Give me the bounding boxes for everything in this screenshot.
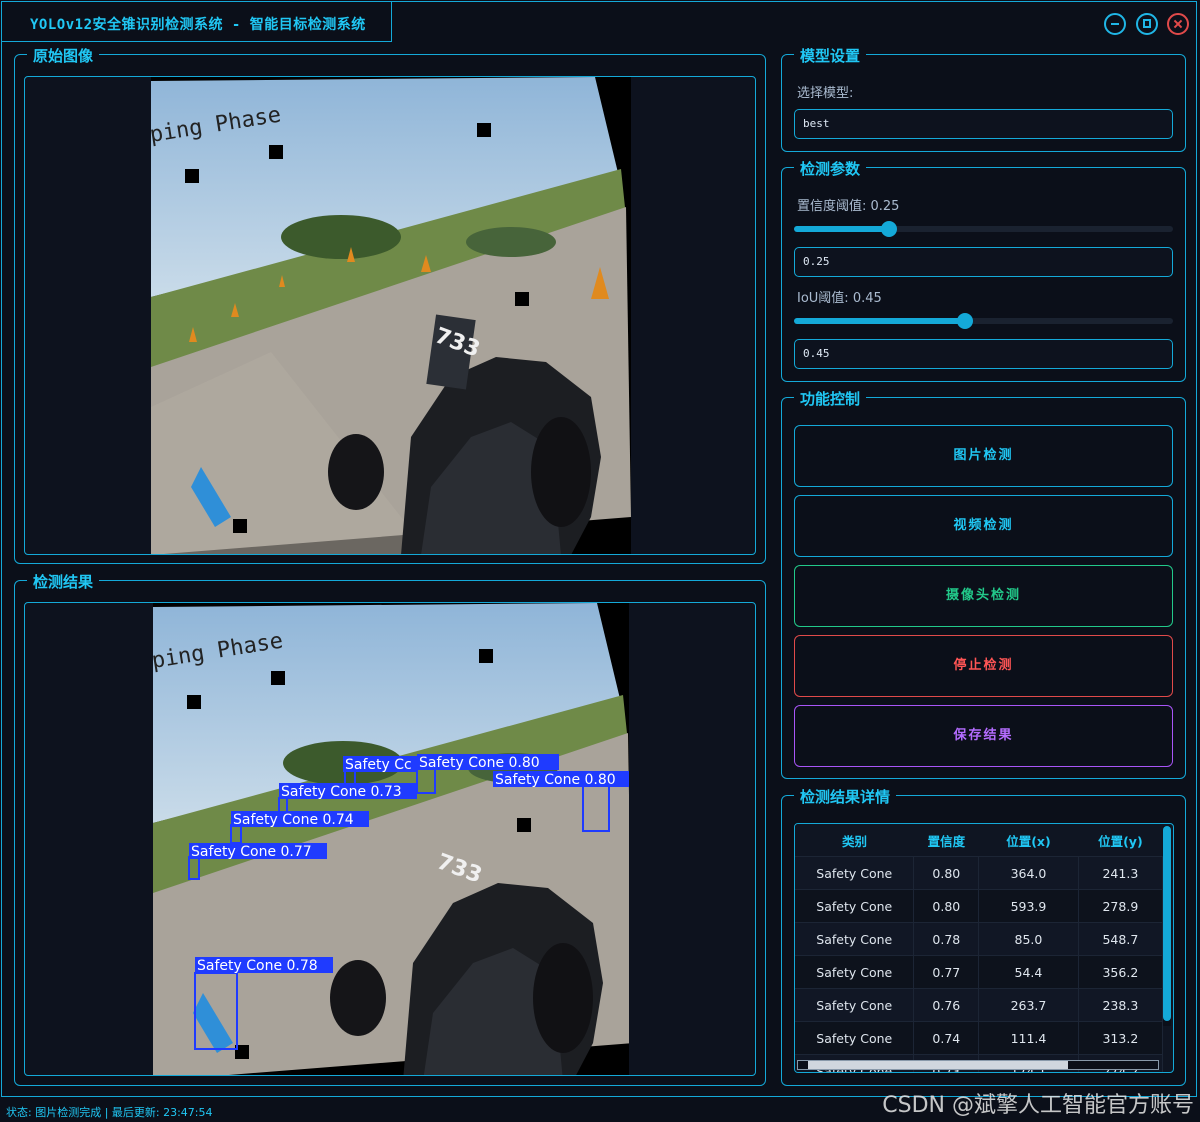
- cell-class: Safety Cone: [795, 988, 915, 1022]
- cell-y: 238.3: [1078, 988, 1164, 1022]
- maximize-icon[interactable]: [1136, 13, 1158, 35]
- svg-text:Safety Cone 0.77: Safety Cone 0.77: [191, 844, 312, 860]
- conf-slider-fill: [794, 226, 889, 232]
- detect-params-title: 检测参数: [794, 158, 867, 179]
- cell-y: 278.9: [1078, 889, 1164, 923]
- conf-slider-handle[interactable]: [880, 221, 897, 237]
- original-image: 733 ping Phase: [151, 77, 631, 554]
- result-details-title: 检测结果详情: [794, 786, 897, 807]
- iou-threshold-label: IoU阈值: 0.45: [797, 291, 882, 306]
- table-row[interactable]: Safety Cone 0.76 263.7 238.3: [795, 988, 1164, 1022]
- model-settings-title: 模型设置: [794, 45, 867, 66]
- svg-text:Safety Cc: Safety Cc: [345, 757, 412, 773]
- col-header-y[interactable]: 位置(y): [1078, 824, 1163, 857]
- cell-conf: 0.78: [913, 922, 980, 956]
- stop-detect-button[interactable]: 停止检测: [794, 635, 1173, 697]
- cell-x: 364.0: [978, 856, 1079, 890]
- camera-detect-button[interactable]: 摄像头检测: [794, 565, 1173, 627]
- detection-result-title: 检测结果: [27, 571, 100, 592]
- cell-class: Safety Cone: [795, 1021, 915, 1055]
- function-control-title: 功能控制: [794, 388, 867, 409]
- cell-x: 111.4: [978, 1021, 1079, 1055]
- cell-class: Safety Cone: [795, 889, 915, 923]
- video-detect-button[interactable]: 视频检测: [794, 495, 1173, 557]
- detection-image-frame: 733 ping Phase Safety Cone 0.80 Safety C…: [24, 602, 756, 1076]
- app-title: YOLOv12安全锥识别检测系统 - 智能目标检测系统: [30, 17, 366, 33]
- image-detect-button[interactable]: 图片检测: [794, 425, 1173, 487]
- cell-class: Safety Cone: [795, 856, 915, 890]
- conf-slider[interactable]: [794, 221, 1173, 237]
- cell-x: 263.7: [978, 988, 1079, 1022]
- horizontal-scroll-thumb[interactable]: [808, 1061, 1068, 1069]
- cell-class: Safety Cone: [795, 922, 915, 956]
- result-table-frame: 类别 置信度 位置(x) 位置(y) Safety Cone 0.80 364.0 2…: [794, 823, 1174, 1073]
- iou-input[interactable]: 0.45: [794, 339, 1173, 369]
- cell-y: 548.7: [1078, 922, 1164, 956]
- cell-conf: 0.80: [913, 889, 980, 923]
- table-row[interactable]: Safety Cone 0.77 54.4 356.2: [795, 955, 1164, 989]
- col-header-x[interactable]: 位置(x): [978, 824, 1079, 857]
- cell-x: 593.9: [978, 889, 1079, 923]
- iou-slider-handle[interactable]: [956, 313, 973, 329]
- cell-conf: 0.74: [913, 1021, 980, 1055]
- cell-conf: 0.80: [913, 856, 980, 890]
- horizontal-scrollbar[interactable]: [797, 1060, 1159, 1070]
- cell-x: 54.4: [978, 955, 1079, 989]
- svg-text:Safety Cone 0.80: Safety Cone 0.80: [419, 755, 540, 771]
- original-image-frame: 733 ping Phase: [24, 76, 756, 555]
- model-select-label: 选择模型:: [797, 86, 854, 101]
- vertical-scroll-thumb[interactable]: [1163, 826, 1171, 1021]
- vertical-scrollbar[interactable]: [1163, 826, 1171, 1026]
- original-photo: 733 ping Phase: [151, 77, 631, 554]
- svg-text:Safety Cone 0.80: Safety Cone 0.80: [495, 772, 616, 788]
- svg-text:Safety Cone 0.74: Safety Cone 0.74: [233, 812, 354, 828]
- detection-photo: 733 ping Phase Safety Cone 0.80 Safety C…: [153, 603, 629, 1075]
- close-icon[interactable]: [1167, 13, 1189, 35]
- table-row[interactable]: Safety Cone 0.74 111.4 313.2: [795, 1021, 1164, 1055]
- table-row[interactable]: Safety Cone 0.78 85.0 548.7: [795, 922, 1164, 956]
- result-table: 类别 置信度 位置(x) 位置(y) Safety Cone 0.80 364.0 2…: [795, 824, 1164, 1072]
- iou-slider[interactable]: [794, 313, 1173, 329]
- col-header-class[interactable]: 类别: [795, 824, 914, 857]
- save-result-button[interactable]: 保存结果: [794, 705, 1173, 767]
- status-bar: 状态: 图片检测完成 | 最后更新: 23:47:54: [6, 1106, 213, 1119]
- cell-y: 356.2: [1078, 955, 1164, 989]
- col-header-conf[interactable]: 置信度: [913, 824, 979, 857]
- table-row[interactable]: Safety Cone 0.80 593.9 278.9: [795, 889, 1164, 923]
- original-image-title: 原始图像: [27, 45, 100, 66]
- cell-y: 313.2: [1078, 1021, 1164, 1055]
- title-bar: YOLOv12安全锥识别检测系统 - 智能目标检测系统: [2, 2, 1198, 44]
- cell-class: Safety Cone: [795, 955, 915, 989]
- conf-input[interactable]: 0.25: [794, 247, 1173, 277]
- svg-text:Safety Cone 0.78: Safety Cone 0.78: [197, 958, 318, 974]
- model-select[interactable]: best: [794, 109, 1173, 139]
- iou-slider-fill: [794, 318, 965, 324]
- conf-threshold-label: 置信度阈值: 0.25: [797, 199, 900, 214]
- detection-image: 733 ping Phase Safety Cone 0.80 Safety C…: [153, 603, 629, 1075]
- cell-conf: 0.77: [913, 955, 980, 989]
- minimize-icon[interactable]: [1104, 13, 1126, 35]
- cell-conf: 0.76: [913, 988, 980, 1022]
- table-row[interactable]: Safety Cone 0.80 364.0 241.3: [795, 856, 1164, 890]
- title-tab: YOLOv12安全锥识别检测系统 - 智能目标检测系统: [2, 2, 392, 42]
- svg-text:Safety Cone 0.73: Safety Cone 0.73: [281, 784, 402, 800]
- watermark: CSDN @斌擎人工智能官方账号: [882, 1093, 1194, 1118]
- cell-x: 85.0: [978, 922, 1079, 956]
- cell-y: 241.3: [1078, 856, 1164, 890]
